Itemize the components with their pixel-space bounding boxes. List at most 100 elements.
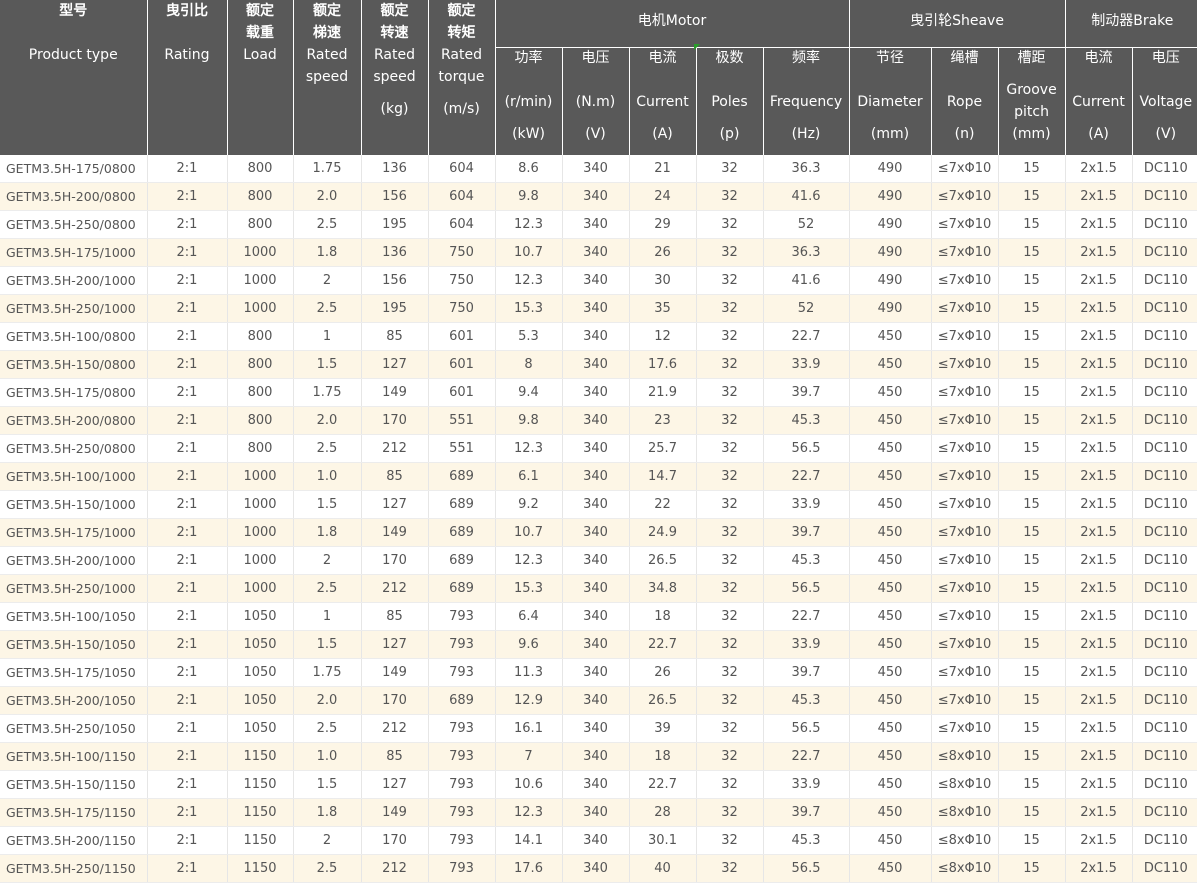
table-cell: 170 xyxy=(361,546,429,575)
table-cell: 2.5 xyxy=(293,210,362,239)
col-product-type: 型号 Product type xyxy=(0,0,148,155)
table-cell: 12.3 xyxy=(495,266,563,295)
table-cell: 450 xyxy=(849,434,932,463)
table-cell: 800 xyxy=(227,322,294,351)
table-cell: 52 xyxy=(763,210,850,239)
table-cell: DC110 xyxy=(1132,294,1197,323)
table-cell: 212 xyxy=(361,854,429,883)
table-cell: 1.8 xyxy=(293,238,362,267)
cell-comment-marker xyxy=(694,44,700,50)
table-cell: GETM3.5H-200/1000 xyxy=(0,546,148,575)
table-row: GETM3.5H-200/1000 2:1 1000 2 156 750 12.3 340 30… xyxy=(0,266,1197,295)
table-row: GETM3.5H-150/0800 2:1 800 1.5 127 601 8 340 17.6… xyxy=(0,350,1197,379)
table-cell: GETM3.5H-100/1150 xyxy=(0,742,148,771)
table-cell: 2:1 xyxy=(147,294,228,323)
group-brake: 制动器Brake xyxy=(1065,0,1197,48)
table-cell: ≤7xΦ10 xyxy=(931,378,999,407)
table-cell: 15 xyxy=(998,798,1066,827)
table-cell: DC110 xyxy=(1132,826,1197,855)
table-cell: 5.3 xyxy=(495,322,563,351)
table-cell: 2:1 xyxy=(147,826,228,855)
table-cell: 340 xyxy=(562,826,630,855)
table-cell: 39.7 xyxy=(763,658,850,687)
table-cell: 2:1 xyxy=(147,406,228,435)
table-cell: 17.6 xyxy=(495,854,563,883)
table-row: GETM3.5H-175/1150 2:1 1150 1.8 149 793 12.3 340… xyxy=(0,798,1197,827)
table-cell: 450 xyxy=(849,742,932,771)
table-row: GETM3.5H-250/1000 2:1 1000 2.5 212 689 15.3 340… xyxy=(0,574,1197,603)
group-motor: 电机Motor xyxy=(495,0,850,48)
table-cell: 15 xyxy=(998,378,1066,407)
table-cell: 2x1.5 xyxy=(1065,658,1133,687)
table-cell: 33.9 xyxy=(763,770,850,799)
table-cell: 32 xyxy=(696,406,764,435)
table-row: GETM3.5H-100/1150 2:1 1150 1.0 85 793 7 340 18 32… xyxy=(0,742,1197,771)
table-cell: 2x1.5 xyxy=(1065,854,1133,883)
table-cell: 1150 xyxy=(227,742,294,771)
table-cell: 450 xyxy=(849,854,932,883)
table-cell: 1000 xyxy=(227,294,294,323)
table-cell: 340 xyxy=(562,686,630,715)
table-cell: 15 xyxy=(998,490,1066,519)
table-row: GETM3.5H-150/1150 2:1 1150 1.5 127 793 10.6 340… xyxy=(0,770,1197,799)
table-cell: 212 xyxy=(361,434,429,463)
table-cell: GETM3.5H-250/1050 xyxy=(0,714,148,743)
table-cell: 15 xyxy=(998,182,1066,211)
table-cell: ≤7xΦ10 xyxy=(931,238,999,267)
table-cell: 750 xyxy=(428,266,496,295)
table-cell: 149 xyxy=(361,518,429,547)
col-motor-power: 功率 (r/min) (kW) xyxy=(495,47,563,155)
table-row: GETM3.5H-175/0800 2:1 800 1.75 136 604 8.6 340 2… xyxy=(0,155,1197,183)
table-cell: 450 xyxy=(849,546,932,575)
table-cell: 340 xyxy=(562,294,630,323)
table-cell: 340 xyxy=(562,406,630,435)
table-cell: 2:1 xyxy=(147,546,228,575)
table-cell: ≤7xΦ10 xyxy=(931,574,999,603)
table-cell: 15.3 xyxy=(495,574,563,603)
table-cell: DC110 xyxy=(1132,406,1197,435)
table-cell: 1.5 xyxy=(293,490,362,519)
table-cell: 15 xyxy=(998,602,1066,631)
table-cell: ≤7xΦ10 xyxy=(931,155,999,183)
table-cell: 800 xyxy=(227,406,294,435)
table-cell: 604 xyxy=(428,182,496,211)
table-cell: 21.9 xyxy=(629,378,697,407)
table-cell: 800 xyxy=(227,350,294,379)
table-cell: 2x1.5 xyxy=(1065,434,1133,463)
table-cell: 32 xyxy=(696,770,764,799)
table-cell: 85 xyxy=(361,742,429,771)
table-cell: 16.1 xyxy=(495,714,563,743)
table-cell: 8 xyxy=(495,350,563,379)
table-cell: 2:1 xyxy=(147,602,228,631)
table-cell: 340 xyxy=(562,574,630,603)
table-cell: 56.5 xyxy=(763,714,850,743)
table-cell: 11.3 xyxy=(495,658,563,687)
table-cell: 15 xyxy=(998,238,1066,267)
table-cell: 45.3 xyxy=(763,686,850,715)
table-cell: 800 xyxy=(227,378,294,407)
table-row: GETM3.5H-100/1000 2:1 1000 1.0 85 689 6.1 340 14… xyxy=(0,462,1197,491)
table-cell: ≤8xΦ10 xyxy=(931,742,999,771)
table-cell: 2x1.5 xyxy=(1065,574,1133,603)
table-cell: GETM3.5H-250/0800 xyxy=(0,434,148,463)
table-cell: DC110 xyxy=(1132,238,1197,267)
table-cell: 1000 xyxy=(227,238,294,267)
table-cell: 52 xyxy=(763,294,850,323)
table-cell: 2:1 xyxy=(147,434,228,463)
table-cell: 2x1.5 xyxy=(1065,238,1133,267)
table-cell: GETM3.5H-250/0800 xyxy=(0,210,148,239)
table-cell: 2x1.5 xyxy=(1065,322,1133,351)
table-cell: DC110 xyxy=(1132,686,1197,715)
table-cell: 9.6 xyxy=(495,630,563,659)
table-cell: 2 xyxy=(293,826,362,855)
table-cell: DC110 xyxy=(1132,462,1197,491)
spec-table: 型号 Product type 曳引比 Rating 额定 载重 Load 额定… xyxy=(0,0,1197,883)
table-cell: ≤7xΦ10 xyxy=(931,462,999,491)
col-sheave-groove-pitch: 槽距 Groove pitch (mm) xyxy=(998,47,1066,155)
table-cell: 149 xyxy=(361,798,429,827)
table-cell: ≤7xΦ10 xyxy=(931,266,999,295)
table-cell: 340 xyxy=(562,714,630,743)
table-cell: 793 xyxy=(428,742,496,771)
table-cell: 15 xyxy=(998,854,1066,883)
table-cell: 1000 xyxy=(227,462,294,491)
